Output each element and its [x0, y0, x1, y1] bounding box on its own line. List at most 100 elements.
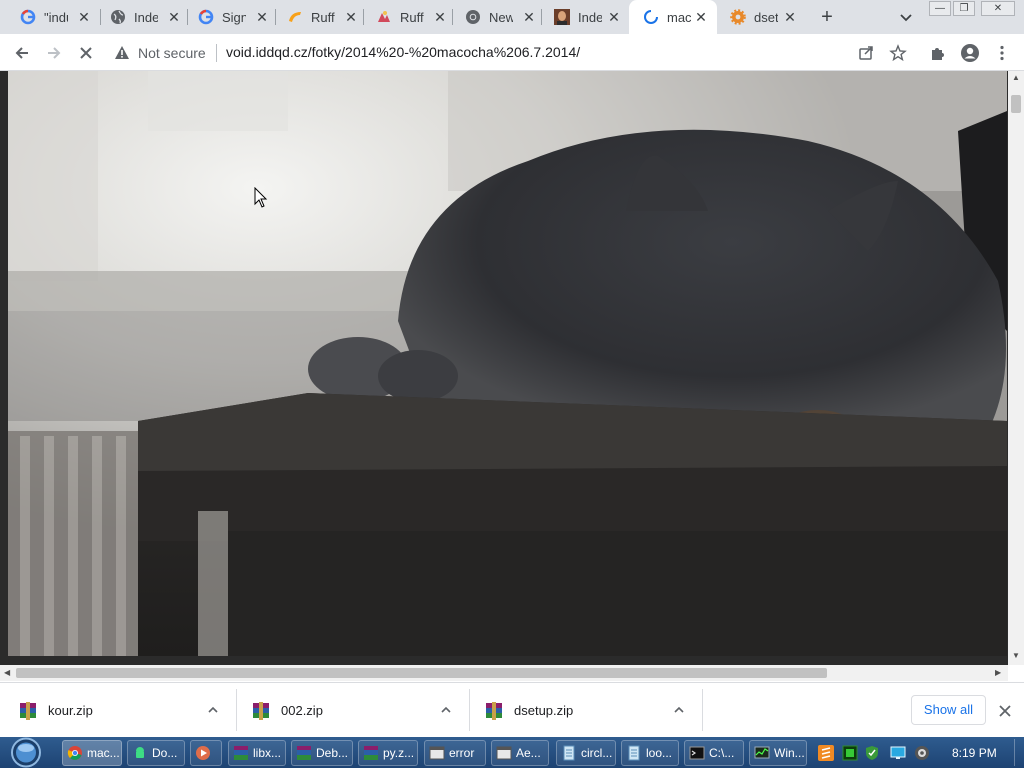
- network-meter-icon[interactable]: [842, 745, 858, 761]
- new-tab-button[interactable]: +: [815, 5, 839, 29]
- winrar-archive-icon: [486, 701, 502, 720]
- windows-taskbar: mac... Do... libx... Deb... py.z... erro…: [0, 737, 1024, 768]
- close-tab-icon[interactable]: ✕: [343, 9, 359, 25]
- address-bar[interactable]: void.iddqd.cz/fotky/2014%20-%20macocha%2…: [226, 44, 580, 60]
- chevron-down-icon: [900, 14, 912, 22]
- winrar-icon: [364, 746, 378, 760]
- display-icon[interactable]: [890, 745, 906, 761]
- tab-6[interactable]: New ✕: [451, 0, 545, 34]
- close-tab-icon[interactable]: ✕: [782, 9, 798, 25]
- chevron-up-icon[interactable]: [439, 703, 453, 717]
- winrar-icon: [234, 746, 248, 760]
- tab-5[interactable]: Ruffl ✕: [362, 0, 456, 34]
- loading-spinner-icon: [643, 9, 659, 25]
- taskbar-label: Ae...: [516, 746, 541, 760]
- close-tab-icon[interactable]: ✕: [693, 9, 709, 25]
- globe-icon: [110, 9, 126, 25]
- close-tab-icon[interactable]: ✕: [76, 9, 92, 25]
- stop-loading-button[interactable]: [73, 40, 99, 66]
- profile-button[interactable]: [957, 40, 983, 66]
- cmd-icon: [689, 746, 705, 760]
- sublime-text-icon[interactable]: [818, 745, 834, 761]
- menu-button[interactable]: [989, 40, 1015, 66]
- back-button[interactable]: [9, 40, 35, 66]
- page-content: [0, 71, 1024, 665]
- google-icon: [198, 9, 214, 25]
- forward-button[interactable]: [41, 40, 67, 66]
- restore-window-button[interactable]: ❐: [953, 1, 975, 16]
- taskbar-clock[interactable]: 8:19 PM: [952, 746, 997, 760]
- security-shield-icon[interactable]: [864, 745, 880, 761]
- close-tab-icon[interactable]: ✕: [521, 9, 537, 25]
- taskbar-item-media[interactable]: [190, 740, 222, 766]
- show-desktop-button[interactable]: [1014, 739, 1024, 766]
- tab-4[interactable]: Ruffl ✕: [273, 0, 367, 34]
- media-player-icon: [196, 746, 210, 760]
- taskbar-item-android[interactable]: Do...: [127, 740, 185, 766]
- taskbar-item-notepad-1[interactable]: circl...: [556, 740, 616, 766]
- scroll-left-icon[interactable]: ◀: [4, 668, 10, 677]
- horizontal-scroll-thumb[interactable]: [16, 668, 827, 678]
- winrar-icon: [297, 746, 311, 760]
- tab-3[interactable]: Sign ✕: [184, 0, 278, 34]
- app-window-icon: [496, 746, 512, 760]
- taskbar-item-winrar-2[interactable]: Deb...: [291, 740, 353, 766]
- taskbar-label: py.z...: [383, 746, 415, 760]
- share-button[interactable]: [853, 40, 879, 66]
- scroll-right-icon[interactable]: ▶: [995, 668, 1001, 677]
- download-filename: kour.zip: [48, 703, 93, 718]
- taskbar-label: loo...: [646, 746, 673, 760]
- start-button[interactable]: [6, 737, 46, 768]
- tab-9[interactable]: dset ✕: [716, 0, 806, 34]
- close-tab-icon[interactable]: ✕: [166, 9, 182, 25]
- taskbar-label: mac...: [87, 746, 120, 760]
- tab-title: dset: [754, 9, 778, 25]
- chevron-up-icon[interactable]: [206, 703, 220, 717]
- star-icon: [889, 44, 907, 62]
- taskbar-item-cmd[interactable]: C:\...: [684, 740, 744, 766]
- taskbar-item-winrar-1[interactable]: libx...: [228, 740, 286, 766]
- close-window-button[interactable]: ✕: [981, 1, 1015, 16]
- taskbar-label: circl...: [581, 746, 613, 760]
- close-tab-icon[interactable]: ✕: [432, 9, 448, 25]
- close-tab-icon[interactable]: ✕: [606, 9, 622, 25]
- download-item[interactable]: kour.zip: [18, 683, 238, 738]
- vertical-scrollbar[interactable]: [1008, 71, 1024, 665]
- tab-title: "indu: [44, 9, 68, 25]
- tab-2[interactable]: Inde ✕: [96, 0, 190, 34]
- taskbar-item-notepad-2[interactable]: loo...: [621, 740, 679, 766]
- tab-title: Sign: [222, 9, 246, 25]
- tab-7[interactable]: Inde ✕: [540, 0, 630, 34]
- avatar-icon: [961, 44, 979, 62]
- tab-1[interactable]: "indu ✕: [6, 0, 100, 34]
- show-all-downloads-button[interactable]: Show all: [911, 695, 986, 725]
- tab-search-button[interactable]: [895, 6, 917, 28]
- taskbar-item-winrar-3[interactable]: py.z...: [358, 740, 418, 766]
- vertical-scroll-thumb[interactable]: [1011, 95, 1021, 113]
- download-item[interactable]: 002.zip: [251, 683, 471, 738]
- winrar-archive-icon: [253, 701, 269, 720]
- tab-title: Ruffl: [311, 9, 335, 25]
- download-item[interactable]: dsetup.zip: [484, 683, 704, 738]
- download-filename: 002.zip: [281, 703, 323, 718]
- site-security-chip[interactable]: Not secure: [114, 42, 206, 64]
- chevron-up-icon[interactable]: [672, 703, 686, 717]
- volume-icon[interactable]: [914, 745, 930, 761]
- taskbar-item-ae[interactable]: Ae...: [491, 740, 549, 766]
- ruffle-alt-icon: [376, 9, 392, 25]
- scroll-down-icon[interactable]: ▼: [1012, 651, 1020, 660]
- extensions-button[interactable]: [925, 40, 951, 66]
- taskbar-label: Deb...: [316, 746, 349, 760]
- bookmark-button[interactable]: [885, 40, 911, 66]
- taskbar-item-chrome[interactable]: mac...: [62, 740, 122, 766]
- security-label: Not secure: [138, 45, 206, 61]
- scroll-up-icon[interactable]: ▲: [1012, 73, 1020, 82]
- minimize-window-button[interactable]: —: [929, 1, 951, 16]
- share-icon: [859, 46, 873, 60]
- close-tab-icon[interactable]: ✕: [254, 9, 270, 25]
- tab-active[interactable]: mac ✕: [629, 0, 717, 34]
- notepad-icon: [628, 745, 640, 761]
- close-shelf-icon[interactable]: [997, 703, 1013, 719]
- taskbar-item-error[interactable]: error: [424, 740, 486, 766]
- taskbar-item-task-manager[interactable]: Win...: [749, 740, 807, 766]
